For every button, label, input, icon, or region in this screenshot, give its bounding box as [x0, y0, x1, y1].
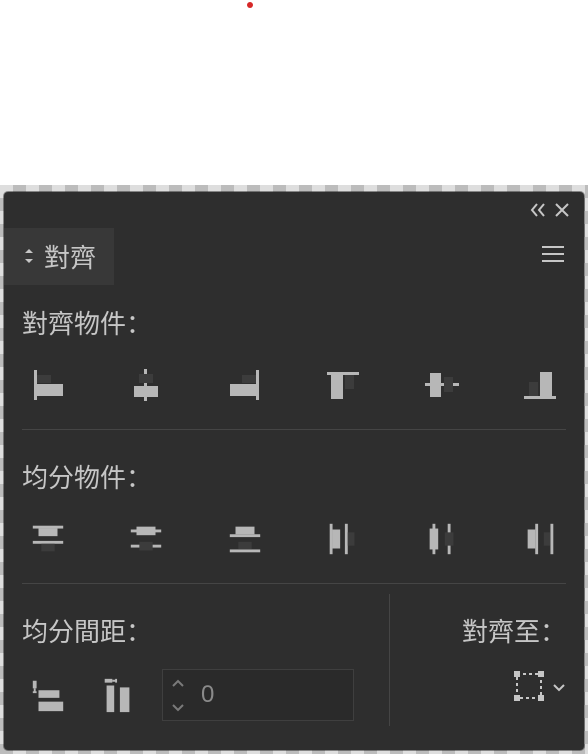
section-distribute-spacing: 均分間距： 0 [4, 594, 389, 739]
collapse-icon[interactable] [526, 198, 550, 222]
align-left-icon[interactable] [22, 361, 74, 409]
bottom-row: 均分間距： 0 對齊至： [4, 594, 584, 739]
align-top-icon[interactable] [317, 361, 369, 409]
distribute-horizontal-space-icon[interactable] [92, 671, 144, 719]
section-distribute-objects: 均分物件： [4, 440, 584, 573]
align-vertical-center-icon[interactable] [416, 361, 468, 409]
align-to-dropdown[interactable] [404, 669, 566, 708]
tab-label: 對齊 [44, 238, 96, 275]
align-right-icon[interactable] [219, 361, 271, 409]
align-to-label: 對齊至： [404, 612, 566, 649]
section-align-to: 對齊至： [389, 594, 584, 726]
distribute-left-icon[interactable] [317, 515, 369, 563]
section-align-objects: 對齊物件： [4, 286, 584, 419]
tab-align[interactable]: 對齊 [4, 228, 114, 285]
step-up-icon[interactable] [163, 670, 193, 695]
step-down-icon[interactable] [163, 695, 193, 720]
stepper[interactable] [163, 670, 193, 720]
section-label: 均分物件： [22, 458, 566, 495]
distribute-objects-row [22, 515, 566, 563]
spacing-value-input[interactable]: 0 [162, 669, 354, 721]
divider [22, 583, 566, 584]
section-label: 均分間距： [22, 612, 371, 649]
tabs-row: 對齊 [4, 228, 584, 286]
tab-drag-icon [22, 241, 36, 272]
align-horizontal-center-icon[interactable] [120, 361, 172, 409]
distribute-horizontal-center-icon[interactable] [416, 515, 468, 563]
distribute-right-icon[interactable] [514, 515, 566, 563]
distribute-vertical-center-icon[interactable] [120, 515, 172, 563]
close-icon[interactable] [550, 198, 574, 222]
align-panel: 對齊 對齊物件： [4, 192, 584, 750]
section-label: 對齊物件： [22, 304, 566, 341]
align-to-selection-icon [512, 669, 546, 708]
spacing-value: 0 [193, 681, 214, 709]
distribute-bottom-icon[interactable] [219, 515, 271, 563]
distribute-top-icon[interactable] [22, 515, 74, 563]
align-objects-row [22, 361, 566, 409]
panel-titlebar [4, 192, 584, 228]
panel-menu-icon[interactable] [522, 244, 584, 269]
divider [22, 429, 566, 430]
chevron-down-icon [552, 680, 566, 698]
distribute-vertical-space-icon[interactable] [22, 671, 74, 719]
align-bottom-icon[interactable] [514, 361, 566, 409]
red-marker-dot [247, 2, 253, 8]
